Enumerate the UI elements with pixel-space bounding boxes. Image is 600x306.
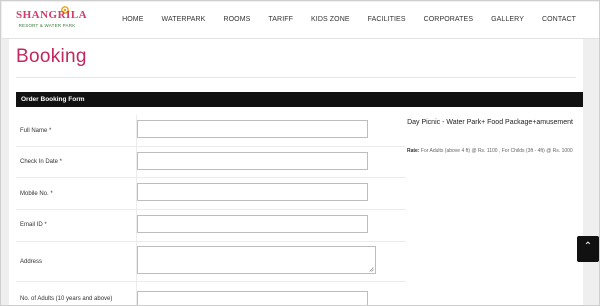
nav-corporates[interactable]: CORPORATES bbox=[424, 15, 474, 25]
form-header-bar: Order Booking Form bbox=[16, 92, 583, 107]
form-row-full-name: Full Name * bbox=[16, 115, 406, 147]
package-rate: Rate: For Adults (above 4 ft) @ Rs. 1100… bbox=[407, 147, 577, 156]
rate-details: For Adults (above 4 ft) @ Rs. 1100 , For… bbox=[419, 148, 573, 154]
scroll-to-top-button[interactable]: ⌃ bbox=[577, 236, 599, 262]
form-row-email: Email ID * bbox=[16, 210, 406, 242]
logo-name: SHANGRILA bbox=[16, 9, 88, 21]
main-nav: HOME WATERPARK ROOMS TARIFF KIDS ZONE FA… bbox=[104, 15, 576, 25]
form-row-address: Address bbox=[16, 242, 406, 282]
email-input[interactable] bbox=[137, 215, 368, 233]
logo-tagline: RESORT & WATER PARK bbox=[18, 23, 76, 28]
nav-contact[interactable]: CONTACT bbox=[542, 15, 576, 25]
rate-label: Rate: bbox=[407, 148, 420, 154]
logo[interactable]: SHANGRILA RESORT & WATER PARK bbox=[16, 6, 88, 35]
package-title: Day Picnic - Water Park+ Food Package+am… bbox=[407, 119, 573, 126]
field-label: Email ID * bbox=[20, 222, 47, 228]
field-label: Mobile No. * bbox=[20, 191, 53, 197]
nav-waterpark[interactable]: WATERPARK bbox=[162, 15, 206, 25]
site-header: SHANGRILA RESORT & WATER PARK HOME WATER… bbox=[2, 2, 599, 39]
check-in-date-input[interactable] bbox=[137, 152, 368, 170]
nav-kids-zone[interactable]: KIDS ZONE bbox=[311, 15, 350, 25]
field-label: Full Name * bbox=[20, 128, 52, 134]
page-title: Booking bbox=[16, 46, 87, 67]
nav-gallery[interactable]: GALLERY bbox=[491, 15, 524, 25]
main-content: Booking Order Booking Form Full Name * C… bbox=[9, 39, 583, 305]
form-row-adults: No. of Adults (10 years and above) bbox=[16, 282, 406, 305]
nav-facilities[interactable]: FACILITIES bbox=[368, 15, 406, 25]
form-row-mobile: Mobile No. * bbox=[16, 178, 406, 210]
field-label: Address bbox=[20, 259, 43, 265]
chevron-up-icon: ⌃ bbox=[583, 241, 593, 252]
resize-grip-icon[interactable] bbox=[369, 267, 374, 272]
mobile-input[interactable] bbox=[137, 183, 368, 201]
field-label: Check In Date * bbox=[20, 159, 63, 165]
full-name-input[interactable] bbox=[137, 120, 368, 138]
form-row-check-in-date: Check In Date * bbox=[16, 147, 406, 178]
nav-home[interactable]: HOME bbox=[122, 15, 143, 25]
title-divider bbox=[16, 77, 576, 78]
nav-rooms[interactable]: ROOMS bbox=[223, 15, 250, 25]
field-label: No. of Adults (10 years and above) bbox=[20, 296, 113, 302]
address-textarea[interactable] bbox=[137, 246, 376, 274]
nav-tariff[interactable]: TARIFF bbox=[268, 15, 293, 25]
adults-count-input[interactable] bbox=[137, 291, 368, 305]
browser-viewport: SHANGRILA RESORT & WATER PARK HOME WATER… bbox=[0, 0, 600, 306]
